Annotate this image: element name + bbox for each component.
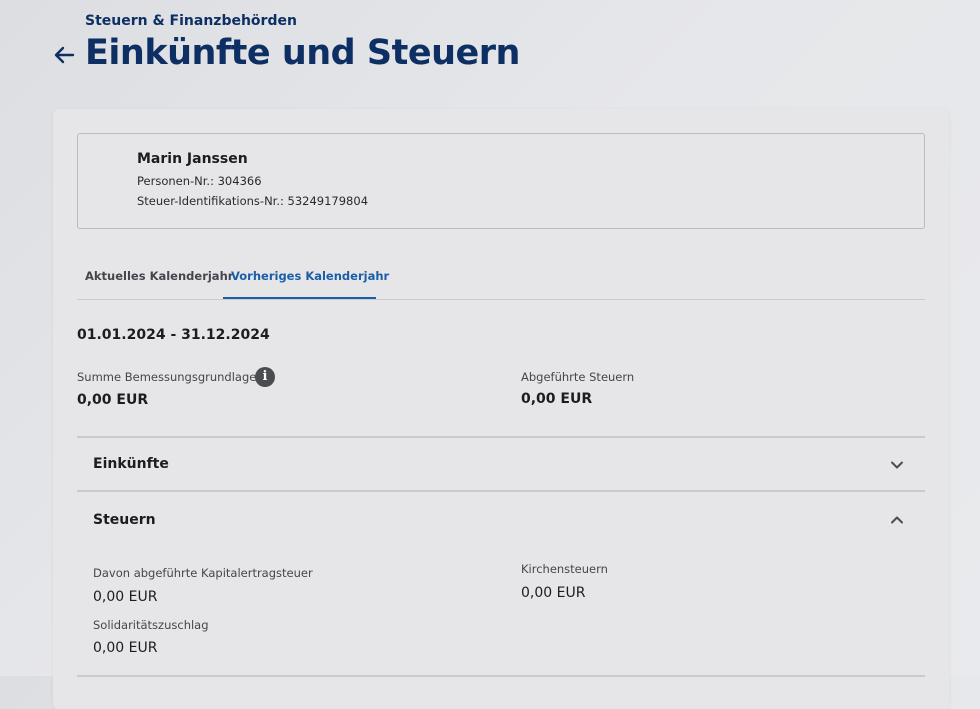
breadcrumb[interactable]: Steuern & Finanzbehörden: [85, 13, 297, 29]
soli-value: 0,00 EUR: [93, 640, 158, 656]
person-info-box: Marin Janssen Personen-Nr.: 304366 Steue…: [77, 133, 925, 229]
accordion-taxes[interactable]: Steuern: [93, 512, 156, 528]
period-range: 01.01.2024 - 31.12.2024: [77, 327, 270, 343]
chevron-up-icon[interactable]: [889, 512, 905, 528]
tab-current-year[interactable]: Aktuelles Kalenderjahr: [85, 269, 233, 283]
accordion-income[interactable]: Einkünfte: [93, 456, 169, 472]
page-title: Einkünfte und Steuern: [85, 33, 520, 73]
back-arrow-icon[interactable]: [52, 42, 78, 68]
info-icon[interactable]: i: [255, 367, 275, 387]
active-tab-indicator: [223, 297, 376, 299]
paid-taxes-label: Abgeführte Steuern: [521, 370, 635, 384]
church-tax-label: Kirchensteuern: [521, 562, 608, 576]
church-tax-value: 0,00 EUR: [521, 585, 586, 601]
person-name: Marin Janssen: [137, 151, 248, 167]
content-card: Marin Janssen Personen-Nr.: 304366 Steue…: [53, 109, 949, 709]
divider: [77, 490, 925, 492]
base-value: 0,00 EUR: [77, 392, 149, 408]
base-label: Summe Bemessungsgrundlage: [77, 370, 257, 384]
tab-previous-year[interactable]: Vorheriges Kalenderjahr: [231, 269, 389, 283]
paid-taxes-value: 0,00 EUR: [521, 391, 593, 407]
personal-number: Personen-Nr.: 304366: [137, 174, 262, 188]
capital-tax-value: 0,00 EUR: [93, 589, 158, 605]
year-tabs: Aktuelles Kalenderjahr Vorheriges Kalend…: [77, 257, 925, 300]
tax-id: Steuer-Identifikations-Nr.: 53249179804: [137, 194, 369, 208]
divider: [77, 436, 925, 438]
capital-tax-label: Davon abgeführte Kapitalertragsteuer: [93, 566, 313, 580]
soli-label: Solidaritätszuschlag: [93, 618, 209, 632]
divider: [77, 675, 925, 677]
chevron-down-icon[interactable]: [889, 457, 905, 473]
